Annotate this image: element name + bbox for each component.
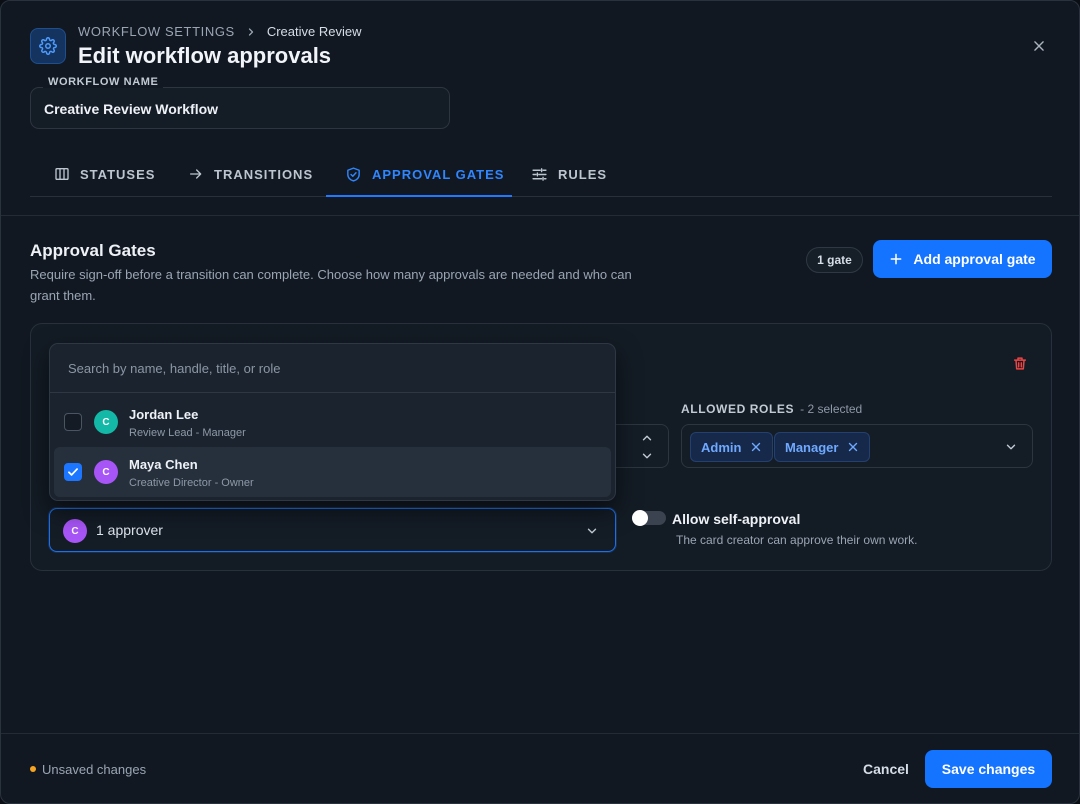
option-name: Jordan Lee [129, 407, 199, 422]
plus-icon [889, 252, 903, 266]
role-chip-label: Admin [701, 439, 742, 455]
tab-label: TRANSITIONS [214, 166, 314, 182]
tab-label: STATUSES [80, 166, 156, 182]
tab-bar: STATUSES TRANSITIONS APPROVAL GATES RULE… [30, 151, 1052, 197]
breadcrumb-parent[interactable]: WORKFLOW SETTINGS [78, 24, 235, 39]
allowed-roles-select[interactable]: Admin Manager [681, 424, 1033, 468]
check-icon [68, 468, 78, 476]
active-tab-indicator [326, 195, 512, 197]
close-icon[interactable] [1027, 34, 1051, 58]
allowed-roles-title: ALLOWED ROLES [681, 402, 795, 416]
breadcrumb-current: Creative Review [266, 24, 362, 39]
role-chip-manager: Manager [774, 432, 871, 462]
self-approval-toggle[interactable] [632, 510, 666, 526]
tab-label: APPROVAL GATES [372, 166, 505, 182]
chevron-right-icon [245, 26, 257, 38]
tab-transitions[interactable]: TRANSITIONS [188, 151, 313, 197]
remove-role-icon[interactable] [847, 441, 859, 453]
workflow-name-field[interactable]: Creative Review Workflow [30, 87, 450, 129]
avatar: C [94, 410, 118, 434]
required-approvals-stepper[interactable] [616, 424, 669, 468]
approver-dropdown: C Jordan Lee Review Lead - Manager C May… [49, 343, 616, 501]
option-subtitle: Review Lead - Manager [129, 427, 246, 439]
edit-workflow-modal: WORKFLOW SETTINGS Creative Review Edit w… [0, 0, 1080, 804]
sliders-icon [531, 166, 548, 183]
chevron-up-icon[interactable] [640, 431, 654, 450]
unsaved-status: Unsaved changes [42, 762, 147, 777]
tab-label: RULES [558, 166, 608, 182]
page-title: Edit workflow approvals [78, 43, 332, 68]
tab-statuses[interactable]: STATUSES [54, 151, 155, 197]
remove-role-icon[interactable] [750, 441, 762, 453]
tab-rules[interactable]: RULES [531, 151, 607, 197]
avatar: C [63, 519, 87, 543]
cancel-button[interactable]: Cancel [851, 751, 921, 787]
allowed-roles-count: - 2 selected [800, 402, 863, 416]
self-approval-description: The card creator can approve their own w… [676, 533, 918, 547]
unsaved-indicator-dot [30, 766, 36, 772]
workflow-name-value[interactable]: Creative Review Workflow [44, 101, 218, 117]
approver-summary: 1 approver [96, 522, 163, 538]
avatar: C [94, 460, 118, 484]
role-chip-admin: Admin [690, 432, 774, 462]
divider [1, 215, 1079, 216]
approver-option-maya-chen[interactable]: C Maya Chen Creative Director - Owner [54, 447, 611, 497]
arrow-right-icon [188, 166, 204, 182]
columns-icon [54, 166, 70, 182]
footer-divider [1, 733, 1079, 734]
role-chip-label: Manager [785, 439, 839, 455]
tab-approval-gates[interactable]: APPROVAL GATES [345, 151, 504, 197]
save-button[interactable]: Save changes [925, 750, 1052, 788]
chevron-down-icon [1004, 440, 1018, 459]
approver-select[interactable]: C 1 approver [49, 508, 616, 552]
allowed-roles-label: ALLOWED ROLES - 2 selected [681, 402, 862, 416]
trash-icon[interactable] [1009, 352, 1031, 374]
option-name: Maya Chen [129, 457, 198, 472]
approver-search [50, 344, 615, 393]
add-approval-gate-label: Add approval gate [913, 251, 1036, 267]
breadcrumb: WORKFLOW SETTINGS Creative Review [78, 24, 361, 39]
section-title: Approval Gates [30, 241, 156, 260]
checkbox[interactable] [64, 413, 82, 431]
self-approval-label: Allow self-approval [672, 511, 801, 527]
add-approval-gate-button[interactable]: Add approval gate [873, 240, 1052, 278]
approver-search-input[interactable] [68, 361, 598, 376]
chevron-down-icon[interactable] [640, 449, 654, 468]
shield-check-icon [345, 166, 362, 183]
toggle-knob [632, 510, 648, 526]
gear-icon [30, 28, 66, 64]
gate-count-badge: 1 gate [806, 247, 863, 273]
approver-option-jordan-lee[interactable]: C Jordan Lee Review Lead - Manager [54, 397, 611, 447]
workflow-name-label: WORKFLOW NAME [43, 76, 164, 88]
option-subtitle: Creative Director - Owner [129, 477, 254, 489]
checkbox[interactable] [64, 463, 82, 481]
section-description: Require sign-off before a transition can… [30, 267, 632, 303]
chevron-down-icon [585, 524, 599, 543]
